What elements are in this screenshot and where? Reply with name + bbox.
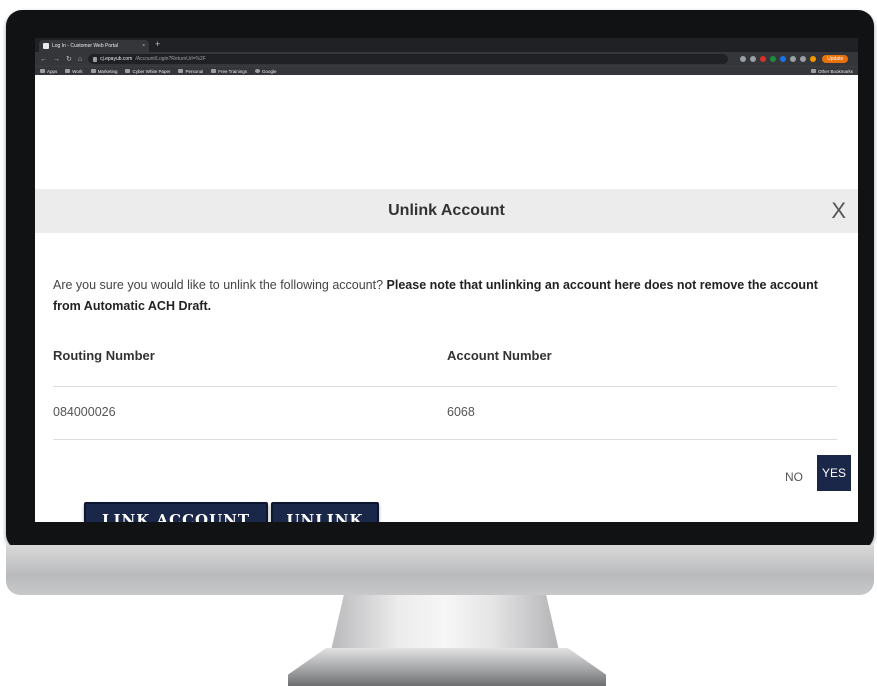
- divider: [53, 439, 837, 440]
- lock-icon: [93, 56, 98, 62]
- home-icon[interactable]: ⌂: [78, 56, 82, 63]
- folder-icon: [178, 69, 184, 73]
- browser-tab-strip: Log In - Customer Web Portal × +: [35, 38, 858, 52]
- favicon-icon: [43, 43, 49, 49]
- browser-tab[interactable]: Log In - Customer Web Portal ×: [39, 40, 149, 52]
- tab-close-icon[interactable]: ×: [142, 43, 145, 49]
- bookmark-work[interactable]: Work: [65, 69, 83, 74]
- url-domain: cj.epayub.com: [100, 56, 133, 62]
- link-account-button[interactable]: LINK ACCOUNT: [84, 502, 268, 522]
- routing-number-value: 084000026: [53, 405, 116, 419]
- bookmark-google[interactable]: Google: [255, 69, 277, 74]
- tab-title: Log In - Customer Web Portal: [52, 43, 119, 49]
- no-button[interactable]: NO: [785, 470, 803, 484]
- monitor-chin: [6, 545, 874, 595]
- extension-blue-icon[interactable]: [780, 56, 787, 62]
- forward-icon[interactable]: →: [53, 56, 60, 63]
- reload-icon[interactable]: ↻: [66, 56, 72, 63]
- bookmark-apps[interactable]: Apps: [40, 69, 57, 74]
- column-header-account: Account Number: [447, 348, 552, 363]
- close-icon[interactable]: X: [831, 197, 846, 225]
- column-header-routing: Routing Number: [53, 348, 155, 363]
- google-icon: [255, 69, 260, 73]
- monitor-stand-base: [288, 648, 606, 686]
- screen: Log In - Customer Web Portal × + ← → ↻ ⌂…: [35, 38, 858, 522]
- page-content: Unlink Account X Are you sure you would …: [35, 75, 858, 522]
- url-path: /Account/Login?ReturnUrl=%2F: [135, 56, 206, 62]
- account-number-value: 6068: [447, 405, 475, 419]
- profile-avatar-icon[interactable]: [810, 56, 817, 62]
- folder-icon: [90, 69, 96, 73]
- bookmark-personal[interactable]: Personal: [178, 69, 203, 74]
- modal-body: Are you sure you would like to unlink th…: [35, 233, 858, 492]
- key-icon[interactable]: [740, 56, 747, 62]
- update-button[interactable]: Update: [822, 55, 849, 63]
- stage: Log In - Customer Web Portal × + ← → ↻ ⌂…: [0, 0, 877, 686]
- account-actions: LINK ACCOUNT UNLINK: [35, 492, 858, 522]
- folder-icon: [125, 69, 131, 73]
- folder-icon: [65, 69, 71, 73]
- bookmark-marketing[interactable]: Marketing: [90, 69, 117, 74]
- browser-toolbar: ← → ↻ ⌂ cj.epayub.com/Account/Login?Retu…: [35, 52, 858, 66]
- modal-header: Unlink Account X: [35, 189, 858, 233]
- extension-red-icon[interactable]: [760, 56, 767, 62]
- apps-icon: [40, 69, 45, 73]
- bookmark-other[interactable]: Other Bookmarks: [810, 69, 853, 74]
- extension-grid-icon[interactable]: [790, 56, 797, 62]
- confirmation-message: Are you sure you would like to unlink th…: [53, 278, 818, 313]
- star-icon[interactable]: [750, 56, 757, 62]
- new-tab-button[interactable]: +: [155, 39, 160, 49]
- yes-button[interactable]: YES: [817, 455, 851, 491]
- bookmark-cyber-white-paper[interactable]: Cyber White Paper: [125, 69, 170, 74]
- extension-green-icon[interactable]: [770, 56, 777, 62]
- divider: [53, 386, 837, 387]
- extension-puzzle-icon[interactable]: [800, 56, 807, 62]
- modal-title: Unlink Account: [388, 202, 505, 219]
- extension-icons: Update: [740, 55, 849, 63]
- folder-icon: [810, 69, 816, 73]
- monitor-stand-neck: [330, 595, 560, 655]
- folder-icon: [211, 69, 217, 73]
- bookmark-free-trainings[interactable]: Free Trainings: [211, 69, 247, 74]
- back-icon[interactable]: ←: [40, 56, 47, 63]
- bookmarks-bar: Apps Work Marketing Cyber White Paper Pe…: [35, 66, 858, 75]
- address-bar[interactable]: cj.epayub.com/Account/Login?ReturnUrl=%2…: [88, 54, 729, 64]
- unlink-button[interactable]: UNLINK: [271, 502, 379, 522]
